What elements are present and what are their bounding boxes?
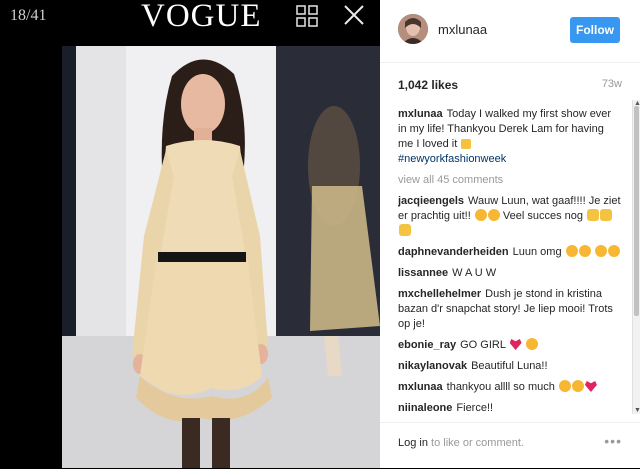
comment-item: nikaylanovak Beautiful Luna!! xyxy=(398,359,622,374)
hashtag-link[interactable]: #newyorkfashionweek xyxy=(398,152,622,167)
comment-username[interactable]: niinaleone xyxy=(398,402,452,414)
post-footer: Log in to like or comment. ••• xyxy=(380,422,640,469)
login-link[interactable]: Log in xyxy=(398,437,428,449)
grid-icon[interactable] xyxy=(296,5,318,27)
heart-eyes-emoji-icon xyxy=(474,209,487,221)
slide-counter: 18/41 xyxy=(10,7,47,24)
comment-item: jacqieengels Wauw Luun, wat gaaf!!!! Je z… xyxy=(398,194,622,239)
comment-username[interactable]: lissannee xyxy=(398,267,448,279)
avatar[interactable] xyxy=(398,14,428,44)
heart-eyes-emoji-icon xyxy=(571,380,584,392)
post-header: mxlunaa Follow xyxy=(380,0,640,63)
heart-emoji-icon xyxy=(584,381,597,392)
heart-eyes-emoji-icon xyxy=(565,245,578,257)
vogue-logo: VOGUE xyxy=(141,0,262,34)
comments-list: mxlunaa Today I walked my first show ever… xyxy=(398,107,622,419)
comment-text: Luun omg xyxy=(512,246,562,258)
comment-username[interactable]: ebonie_ray xyxy=(398,339,456,351)
comment-item: lissannee W A U W xyxy=(398,266,622,281)
instagram-embed-viewer: 18/41 VOGUE mxlunaa Follow 1,042 likes 7… xyxy=(0,0,640,468)
comment-text: W A U W xyxy=(452,267,497,279)
more-options-icon[interactable]: ••• xyxy=(604,433,622,449)
runway-photo[interactable] xyxy=(62,46,380,468)
login-prompt-text: to like or comment. xyxy=(427,437,524,449)
post-age: 73w xyxy=(601,78,622,90)
comment-username[interactable]: mxlunaa xyxy=(398,381,443,393)
caption: mxlunaa Today I walked my first show ever… xyxy=(398,107,622,167)
comment-text: thankyou allll so much xyxy=(446,381,555,393)
comment-item: ebonie_ray GO GIRL xyxy=(398,338,622,353)
comments-scrollbar[interactable]: ▲ ▼ xyxy=(632,100,640,414)
heart-emoji-icon xyxy=(509,339,522,350)
comment-username[interactable]: mxlunaa xyxy=(398,108,443,120)
likes-count[interactable]: 1,042 likes xyxy=(398,78,458,92)
scrollbar-thumb[interactable] xyxy=(634,106,639,316)
comment-item: mxlunaa thankyou allll so much xyxy=(398,380,622,395)
scroll-down-arrow-icon[interactable]: ▼ xyxy=(634,407,640,414)
heart-eyes-emoji-icon xyxy=(607,245,620,257)
comment-username[interactable]: jacqieengels xyxy=(398,195,464,207)
post-username[interactable]: mxlunaa xyxy=(438,22,487,37)
smile-emoji-icon xyxy=(525,338,538,350)
close-icon[interactable] xyxy=(343,4,365,26)
heart-eyes-emoji-icon xyxy=(578,245,591,257)
comment-username[interactable]: nikaylanovak xyxy=(398,360,467,372)
comment-item: niinaleone Fierce!! xyxy=(398,401,622,416)
thumbs-up-emoji-icon xyxy=(600,209,613,221)
comment-item: mxchellehelmer Dush je stond in kristina … xyxy=(398,287,622,332)
smile-emoji-icon xyxy=(558,380,571,392)
sparkle-emoji-icon xyxy=(461,139,472,149)
comment-item: daphnevanderheiden Luun omg xyxy=(398,245,622,260)
comment-text: Veel succes nog xyxy=(502,210,584,222)
comment-username[interactable]: mxchellehelmer xyxy=(398,288,481,300)
thumbs-up-emoji-icon xyxy=(399,224,411,236)
comment-text: Beautiful Luna!! xyxy=(471,360,548,372)
heart-eyes-emoji-icon xyxy=(594,245,607,257)
follow-button[interactable]: Follow xyxy=(570,17,620,43)
view-all-comments-link[interactable]: view all 45 comments xyxy=(398,173,622,188)
comment-text: GO GIRL xyxy=(460,339,506,351)
heart-eyes-emoji-icon xyxy=(487,209,500,221)
comment-username[interactable]: daphnevanderheiden xyxy=(398,246,509,258)
thumbs-up-emoji-icon xyxy=(587,209,600,221)
login-prompt: Log in to like or comment. xyxy=(398,437,524,449)
gallery-topbar: 18/41 VOGUE xyxy=(0,0,380,44)
comment-text: Fierce!! xyxy=(456,402,494,414)
post-details-pane: mxlunaa Follow 1,042 likes 73w mxlunaa To… xyxy=(380,0,640,468)
gallery-pane: 18/41 VOGUE xyxy=(0,0,380,468)
